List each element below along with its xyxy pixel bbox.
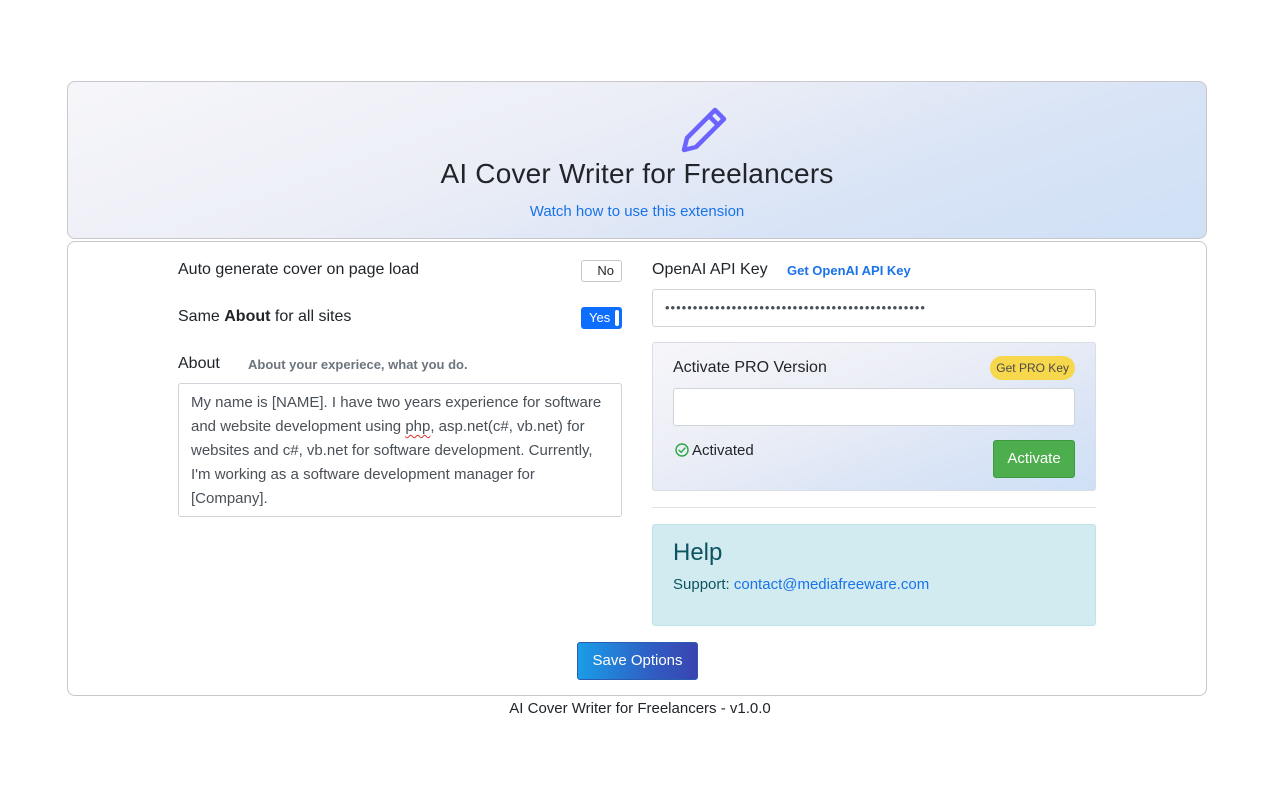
- get-api-key-link[interactable]: Get OpenAI API Key: [787, 263, 911, 278]
- watch-tutorial-link[interactable]: Watch how to use this extension: [68, 203, 1206, 220]
- api-key-label: OpenAI API Key: [652, 261, 768, 278]
- support-email-link[interactable]: contact@mediafreeware.com: [734, 576, 929, 593]
- same-about-suffix: for all sites: [270, 308, 352, 325]
- pro-activation-card: Activate PRO Version Get PRO Key Activat…: [652, 342, 1096, 491]
- pro-title: Activate PRO Version: [673, 359, 827, 376]
- same-about-prefix: Same: [178, 308, 225, 325]
- save-options-button[interactable]: Save Options: [577, 642, 698, 680]
- activate-button[interactable]: Activate: [993, 440, 1075, 478]
- header-card: AI Cover Writer for Freelancers Watch ho…: [67, 81, 1207, 239]
- pencil-icon: [678, 102, 732, 156]
- about-label: About: [178, 355, 220, 372]
- activation-status: Activated: [675, 442, 754, 459]
- same-about-label: Same About for all sites: [178, 308, 351, 326]
- same-about-toggle-value: Yes: [589, 310, 611, 325]
- support-label: Support:: [673, 576, 734, 593]
- api-key-input[interactable]: ••••••••••••••••••••••••••••••••••••••••…: [652, 289, 1096, 327]
- divider: [652, 507, 1096, 508]
- footer-version: AI Cover Writer for Freelancers - v1.0.0: [509, 700, 771, 717]
- same-about-bold: About: [224, 308, 271, 325]
- help-title: Help: [673, 539, 723, 566]
- auto-generate-toggle-value: No: [597, 263, 614, 278]
- pro-key-input[interactable]: [673, 388, 1075, 426]
- activation-status-text: Activated: [692, 442, 754, 459]
- auto-generate-toggle[interactable]: No: [581, 260, 622, 282]
- auto-generate-label: Auto generate cover on page load: [178, 261, 420, 278]
- check-circle-icon: [675, 443, 689, 457]
- about-hint: About your experiece, what you do.: [248, 357, 468, 372]
- same-about-toggle[interactable]: Yes: [581, 307, 622, 329]
- page-title: AI Cover Writer for Freelancers: [440, 158, 834, 189]
- about-textarea[interactable]: My name is [NAME]. I have two years expe…: [178, 383, 622, 517]
- get-pro-key-badge[interactable]: Get PRO Key: [990, 356, 1075, 380]
- help-card: Help Support: contact@mediafreeware.com: [652, 524, 1096, 626]
- toggle-knob: [615, 310, 619, 326]
- about-text-misspelled: php: [405, 418, 431, 435]
- help-support: Support: contact@mediafreeware.com: [673, 576, 929, 593]
- options-card: Auto generate cover on page load No Same…: [67, 241, 1207, 696]
